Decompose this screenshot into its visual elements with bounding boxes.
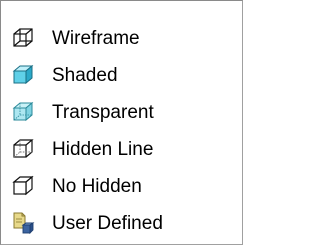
menu-item-label: No Hidden	[52, 175, 142, 197]
transparent-cube-icon	[11, 100, 35, 124]
render-mode-menu: Wireframe Shaded Transparent Hidden Line…	[0, 0, 243, 245]
menu-item-shaded[interactable]: Shaded	[11, 58, 236, 92]
menu-item-hidden-line[interactable]: Hidden Line	[11, 132, 236, 166]
menu-item-transparent[interactable]: Transparent	[11, 95, 236, 129]
menu-item-label: Hidden Line	[52, 138, 154, 160]
wireframe-cube-icon	[11, 26, 35, 50]
menu-item-no-hidden[interactable]: No Hidden	[11, 169, 236, 203]
user-defined-icon	[11, 211, 35, 235]
menu-item-label: Transparent	[52, 101, 154, 123]
hidden-line-cube-icon	[11, 137, 35, 161]
menu-item-label: Wireframe	[52, 27, 140, 49]
no-hidden-cube-icon	[11, 174, 35, 198]
menu-item-wireframe[interactable]: Wireframe	[11, 21, 236, 55]
menu-item-label: Shaded	[52, 64, 118, 86]
shaded-cube-icon	[11, 63, 35, 87]
menu-item-label: User Defined	[52, 212, 163, 234]
menu-item-user-defined[interactable]: User Defined	[11, 206, 236, 240]
